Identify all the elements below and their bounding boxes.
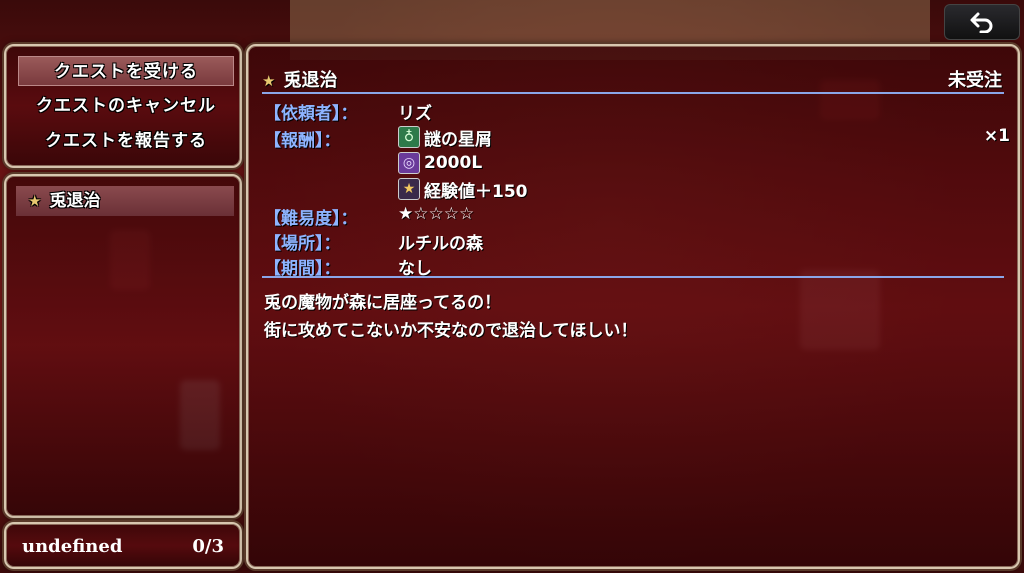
quest-menu-panel: クエストを受ける クエストのキャンセル クエストを報告する [4, 44, 242, 168]
cancel-quest-button[interactable]: クエストのキャンセル [18, 91, 234, 121]
quest-title-row: ★ 兎退治 未受注 [262, 66, 1004, 94]
quest-status: 未受注 [948, 70, 1002, 91]
difficulty-label: 【難易度】： [264, 209, 358, 229]
reward-item: ♁ 謎の星屑 [398, 125, 492, 150]
quest-detail-panel: ★ 兎退治 未受注 【依頼者】： リズ 【報酬】： ♁ 謎の星屑 ×1 ◎ 200… [246, 44, 1020, 569]
item-bag-icon: ♁ [398, 126, 420, 148]
accept-quest-button[interactable]: クエストを受ける [18, 56, 234, 86]
quest-list-item-label: 兎退治 [49, 191, 101, 211]
reward-label: 【報酬】： [264, 131, 341, 151]
reward-quantity: ×1 [983, 126, 1010, 146]
divider [262, 276, 1004, 278]
footer-label: undefined [22, 536, 123, 557]
star-icon: ★ [262, 72, 276, 90]
difficulty-stars: ★☆☆☆☆ [398, 204, 475, 224]
reward-money: ◎ 2000L [398, 151, 482, 175]
description-line: 兎の魔物が森に居座ってるの！ [264, 293, 502, 313]
back-arrow-icon [970, 12, 993, 33]
star-icon: ★ [28, 192, 42, 210]
exp-star-icon: ★ [398, 178, 420, 200]
place-value: ルチルの森 [398, 234, 483, 254]
quest-list-panel: ★ 兎退治 [4, 174, 242, 518]
quest-title: ★ 兎退治 [262, 70, 338, 91]
place-label: 【場所】： [264, 234, 341, 254]
client-label: 【依頼者】： [264, 104, 358, 124]
quest-count-panel: undefined 0/3 [4, 522, 242, 569]
back-button[interactable] [944, 4, 1020, 40]
coin-icon: ◎ [398, 152, 420, 174]
reward-exp: ★ 経験値＋150 [398, 177, 528, 202]
quest-list-item[interactable]: ★ 兎退治 [16, 186, 234, 216]
description-line: 街に攻めてこないか不安なので退治してほしい！ [264, 321, 638, 341]
client-value: リズ [398, 104, 432, 124]
report-quest-button[interactable]: クエストを報告する [18, 126, 234, 156]
quest-count: 0/3 [192, 536, 224, 557]
